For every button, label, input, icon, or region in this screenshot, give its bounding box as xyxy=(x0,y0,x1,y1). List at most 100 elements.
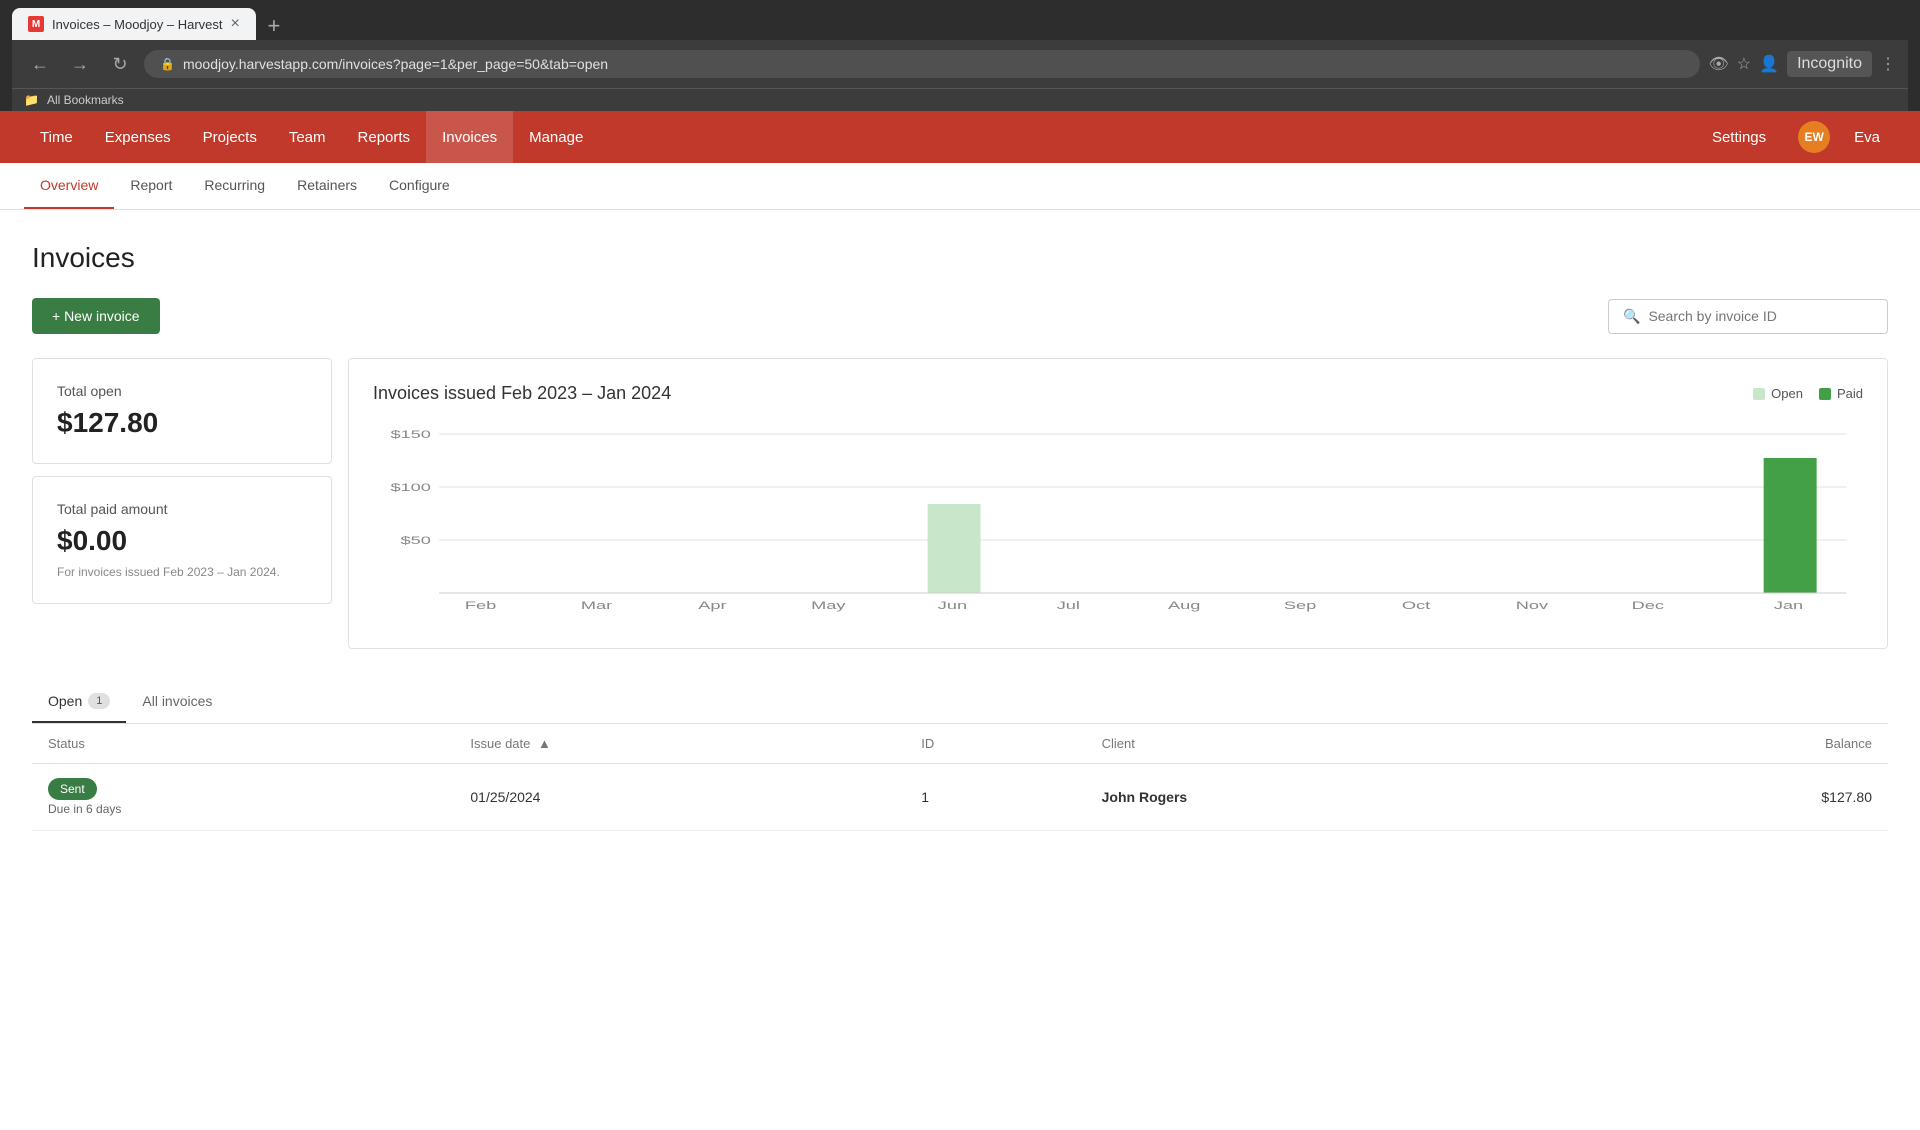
svg-text:Sep: Sep xyxy=(1284,599,1316,611)
search-icon: 🔍 xyxy=(1623,308,1640,325)
legend-paid-dot xyxy=(1819,388,1831,400)
new-invoice-button[interactable]: + New invoice xyxy=(32,298,160,334)
total-paid-label: Total paid amount xyxy=(57,501,307,517)
bookmark-icon[interactable]: ☆ xyxy=(1737,54,1751,74)
chart-svg: $150 $100 $50 Feb Mar Apr May Jun xyxy=(373,424,1863,624)
incognito-badge: Incognito xyxy=(1787,51,1872,77)
row-balance: $127.80 xyxy=(1557,764,1888,831)
stats-col: Total open $127.80 Total paid amount $0.… xyxy=(32,358,332,649)
col-client: Client xyxy=(1086,724,1557,764)
sort-arrow-icon: ▲ xyxy=(538,736,551,751)
svg-text:May: May xyxy=(811,599,846,611)
browser-nav: ← → ↻ 🔒 moodjoy.harvestapp.com/invoices?… xyxy=(12,40,1908,88)
total-open-card: Total open $127.80 xyxy=(32,358,332,464)
subnav-configure[interactable]: Configure xyxy=(373,163,466,209)
table-body: Sent Due in 6 days 01/25/2024 1 John Rog… xyxy=(32,764,1888,831)
search-box: 🔍 xyxy=(1608,299,1888,334)
subnav-report[interactable]: Report xyxy=(114,163,188,209)
legend-open-dot xyxy=(1753,388,1765,400)
bookmarks-label: All Bookmarks xyxy=(47,93,124,107)
total-open-value: $127.80 xyxy=(57,407,307,439)
new-tab-button[interactable]: + xyxy=(260,12,288,40)
nav-projects[interactable]: Projects xyxy=(187,111,273,163)
col-id: ID xyxy=(905,724,1085,764)
row-client: John Rogers xyxy=(1086,764,1557,831)
legend-paid-label: Paid xyxy=(1837,386,1863,401)
status-badge: Sent xyxy=(48,778,97,800)
main-content: Invoices + New invoice 🔍 Total open $127… xyxy=(0,210,1920,1130)
nav-time[interactable]: Time xyxy=(24,111,89,163)
invoice-table: Status Issue date ▲ ID Client Balance Se… xyxy=(32,724,1888,831)
nav-manage[interactable]: Manage xyxy=(513,111,599,163)
profile-icon[interactable]: 👤 xyxy=(1759,54,1779,74)
legend-paid: Paid xyxy=(1819,386,1863,401)
sub-nav: Overview Report Recurring Retainers Conf… xyxy=(0,163,1920,210)
subnav-retainers[interactable]: Retainers xyxy=(281,163,373,209)
svg-text:Jan: Jan xyxy=(1774,599,1803,611)
back-button[interactable]: ← xyxy=(24,48,56,80)
total-open-label: Total open xyxy=(57,383,307,399)
page-title: Invoices xyxy=(32,242,1888,274)
row-status: Sent Due in 6 days xyxy=(32,764,454,831)
svg-text:Oct: Oct xyxy=(1402,599,1431,611)
total-paid-value: $0.00 xyxy=(57,525,307,557)
svg-text:Aug: Aug xyxy=(1168,599,1200,611)
tab-all-invoices[interactable]: All invoices xyxy=(126,681,228,723)
total-paid-note: For invoices issued Feb 2023 – Jan 2024. xyxy=(57,565,307,579)
bookmarks-folder-icon: 📁 xyxy=(24,93,39,107)
svg-text:Jun: Jun xyxy=(938,599,967,611)
chart-title: Invoices issued Feb 2023 – Jan 2024 xyxy=(373,383,671,404)
chart-area: $150 $100 $50 Feb Mar Apr May Jun xyxy=(373,424,1863,624)
col-issue-date[interactable]: Issue date ▲ xyxy=(454,724,905,764)
tab-open-label: Open xyxy=(48,693,82,709)
search-input[interactable] xyxy=(1648,308,1873,324)
forward-button[interactable]: → xyxy=(64,48,96,80)
top-nav: Time Expenses Projects Team Reports Invo… xyxy=(0,111,1920,163)
invoice-tabs: Open 1 All invoices xyxy=(32,681,1888,724)
tab-close-button[interactable]: × xyxy=(231,16,240,32)
browser-tabs: M Invoices – Moodjoy – Harvest × + xyxy=(12,8,1908,40)
tab-title: Invoices – Moodjoy – Harvest xyxy=(52,17,223,32)
svg-text:Apr: Apr xyxy=(698,599,726,611)
eye-off-icon: 👁 xyxy=(1708,54,1728,74)
nav-reports[interactable]: Reports xyxy=(342,111,427,163)
row-issue-date: 01/25/2024 xyxy=(454,764,905,831)
table-row[interactable]: Sent Due in 6 days 01/25/2024 1 John Rog… xyxy=(32,764,1888,831)
url-text: moodjoy.harvestapp.com/invoices?page=1&p… xyxy=(183,56,608,72)
chart-legend: Open Paid xyxy=(1753,386,1863,401)
subnav-overview[interactable]: Overview xyxy=(24,163,114,209)
bookmarks-bar: 📁 All Bookmarks xyxy=(12,88,1908,111)
svg-text:$50: $50 xyxy=(401,534,431,546)
active-tab[interactable]: M Invoices – Moodjoy – Harvest × xyxy=(12,8,256,40)
chart-header: Invoices issued Feb 2023 – Jan 2024 Open… xyxy=(373,383,1863,404)
app: Time Expenses Projects Team Reports Invo… xyxy=(0,111,1920,1130)
bar-jan-paid xyxy=(1764,458,1817,593)
invoice-section: Open 1 All invoices Status Issue date ▲ xyxy=(32,681,1888,831)
nav-invoices[interactable]: Invoices xyxy=(426,111,513,163)
svg-text:$150: $150 xyxy=(390,428,430,440)
stats-chart-row: Total open $127.80 Total paid amount $0.… xyxy=(32,358,1888,649)
tab-all-label: All invoices xyxy=(142,693,212,709)
row-id: 1 xyxy=(905,764,1085,831)
subnav-recurring[interactable]: Recurring xyxy=(188,163,281,209)
reload-button[interactable]: ↻ xyxy=(104,48,136,80)
svg-text:Jul: Jul xyxy=(1057,599,1080,611)
nav-expenses[interactable]: Expenses xyxy=(89,111,187,163)
legend-open: Open xyxy=(1753,386,1803,401)
user-name-link[interactable]: Eva xyxy=(1838,111,1896,163)
settings-link[interactable]: Settings xyxy=(1696,111,1782,163)
nav-team[interactable]: Team xyxy=(273,111,342,163)
svg-text:Mar: Mar xyxy=(581,599,612,611)
total-paid-card: Total paid amount $0.00 For invoices iss… xyxy=(32,476,332,604)
table-header: Status Issue date ▲ ID Client Balance xyxy=(32,724,1888,764)
nav-actions: 👁 ☆ 👤 Incognito ⋮ xyxy=(1708,51,1896,77)
address-bar[interactable]: 🔒 moodjoy.harvestapp.com/invoices?page=1… xyxy=(144,50,1700,78)
user-avatar[interactable]: EW xyxy=(1798,121,1830,153)
col-status: Status xyxy=(32,724,454,764)
col-balance: Balance xyxy=(1557,724,1888,764)
menu-icon[interactable]: ⋮ xyxy=(1880,54,1896,74)
svg-text:$100: $100 xyxy=(390,481,430,493)
svg-text:Nov: Nov xyxy=(1516,599,1549,611)
tab-open[interactable]: Open 1 xyxy=(32,681,126,723)
bar-jun-open xyxy=(928,504,981,593)
